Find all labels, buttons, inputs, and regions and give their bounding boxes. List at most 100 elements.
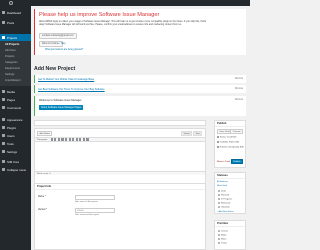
notice-text: Allow WPAS Apps to collect your usage of… xyxy=(39,20,207,27)
pin-icon xyxy=(217,136,219,138)
tools-icon xyxy=(2,142,5,145)
more-icon[interactable] xyxy=(82,138,85,141)
promo-link-1[interactable]: Get To Market Your Mobile Talent Knowled… xyxy=(38,78,94,81)
bold-icon[interactable] xyxy=(50,138,53,141)
name-label: Name * xyxy=(38,196,46,198)
settings-icon xyxy=(2,150,5,153)
tab-all-statuses[interactable]: All Statuses xyxy=(217,181,228,183)
blockquote-icon[interactable] xyxy=(64,138,68,141)
publish-button[interactable]: Publish xyxy=(230,159,243,164)
status-option[interactable]: Draft xyxy=(218,190,226,193)
bullet-list-icon[interactable] xyxy=(57,138,60,141)
tab-most-used[interactable]: Most Used xyxy=(217,185,227,187)
submenu-item-departments[interactable]: Departments xyxy=(5,67,20,70)
users-icon xyxy=(2,134,5,137)
sidebar-item-pages[interactable]: Pages xyxy=(0,96,31,103)
link-icon[interactable] xyxy=(79,138,82,141)
skip-link[interactable]: Skip xyxy=(61,43,65,45)
setup-notice: Welcome to Software Issue Manager Setup … xyxy=(34,96,246,116)
dashboard-icon xyxy=(2,11,5,14)
notice-title: Please help us improve Software Issue Ma… xyxy=(39,12,160,18)
setup-notice-text: Welcome to Software Issue Manager xyxy=(39,99,82,102)
calendar-icon xyxy=(217,146,219,148)
sidebar-item-users[interactable]: Users xyxy=(0,132,31,139)
priority-option[interactable]: Trivial xyxy=(218,242,227,245)
collapse-icon xyxy=(2,168,5,171)
sidebar-item-collapse[interactable]: Collapse menu xyxy=(0,166,31,173)
version-field[interactable]: V1.0.0 xyxy=(75,208,115,213)
tab-visual[interactable]: Visual xyxy=(181,131,192,136)
sidebar-item-settings[interactable]: Settings xyxy=(0,148,31,155)
editor-tabs: Visual Text xyxy=(181,131,202,136)
priority-option[interactable]: Major xyxy=(218,234,226,237)
sidebar-item-media[interactable]: Media xyxy=(0,88,31,95)
status-option[interactable]: Released xyxy=(218,202,230,205)
format-select[interactable]: Paragraph xyxy=(37,139,47,141)
sidebar-item-sim-core[interactable]: SIM Core xyxy=(0,158,31,165)
permissions-link[interactable]: What permissions are being granted? xyxy=(45,49,83,51)
promo-notice-1: Get To Market Your Mobile Talent Knowled… xyxy=(34,75,246,83)
add-new-status-link[interactable]: + Add New Status xyxy=(217,211,234,213)
align-center-icon[interactable] xyxy=(72,138,75,141)
submenu-item-import-export[interactable]: Import/Export xyxy=(5,79,21,82)
sidebar-item-comments[interactable]: Comments xyxy=(0,104,31,111)
status-row: Status: Draft Edit xyxy=(217,136,236,138)
submenu-item-settings[interactable]: Settings xyxy=(5,73,14,76)
name-field[interactable] xyxy=(75,195,115,200)
sidebar-item-dashboard[interactable]: Dashboard xyxy=(0,9,31,16)
sidebar-item-plugins[interactable]: Plugins xyxy=(0,124,31,131)
statuses-box: Statuses All Statuses Most Used Draft Pl… xyxy=(214,172,246,214)
italic-icon[interactable] xyxy=(54,138,57,141)
submenu-item-categories[interactable]: Categories xyxy=(5,61,18,64)
priorities-box: Priorities Critical Major Minor Trivial xyxy=(214,220,246,250)
name-description: Sets name of the project xyxy=(75,201,98,203)
editor-toolbar: Paragraph xyxy=(35,137,205,142)
plugins-icon xyxy=(2,126,5,129)
sidebar-item-projects[interactable]: Projects xyxy=(0,34,31,41)
project-title-input[interactable] xyxy=(34,120,206,126)
status-option[interactable]: Obsolete xyxy=(218,206,230,209)
status-option[interactable]: Planned xyxy=(218,194,229,197)
statuses-title[interactable]: Statuses xyxy=(215,173,245,179)
align-left-icon[interactable] xyxy=(68,138,71,141)
project-info-box: Project Info Name * Sets name of the pro… xyxy=(34,183,206,250)
schedule-row: Publish immediately Edit xyxy=(217,146,244,148)
submenu-item-all-projects[interactable]: All Projects xyxy=(5,43,19,46)
appearance-icon xyxy=(2,118,5,121)
promo-link-2[interactable]: Get Best Software Out There To Improve Y… xyxy=(38,88,105,91)
sidebar-item-posts[interactable]: Posts xyxy=(0,19,31,26)
dismiss-button[interactable]: Dismiss xyxy=(235,78,243,80)
preview-button[interactable]: Preview xyxy=(230,129,243,134)
posts-icon xyxy=(2,21,5,24)
allow-continue-button[interactable]: Allow & Continue xyxy=(39,41,63,47)
version-label: Version * xyxy=(38,209,48,211)
move-to-trash-link[interactable]: Move to Trash xyxy=(217,161,230,163)
publish-title[interactable]: Publish xyxy=(215,121,245,127)
priority-option[interactable]: Minor xyxy=(218,238,226,241)
sim-icon xyxy=(2,160,5,163)
editor-word-count: Word count: 0 xyxy=(35,171,205,175)
wordpress-logo-icon[interactable] xyxy=(9,1,13,5)
email-field[interactable]: emdtest.marketing@gmail.com xyxy=(39,33,77,39)
eye-icon xyxy=(217,141,219,143)
sidebar-item-tools[interactable]: Tools xyxy=(0,140,31,147)
project-info-title[interactable]: Project Info xyxy=(35,184,205,190)
media-icon xyxy=(2,90,5,93)
dismiss-button[interactable]: Dismiss xyxy=(235,99,243,101)
setup-pages-button[interactable]: Setup Software Issue Manager Pages xyxy=(39,105,84,110)
comments-icon xyxy=(2,106,5,109)
visibility-row: Visibility: Public Edit xyxy=(217,141,239,143)
priorities-title[interactable]: Priorities xyxy=(215,221,245,227)
sidebar-item-appearance[interactable]: Appearance xyxy=(0,116,31,123)
numbered-list-icon[interactable] xyxy=(61,138,64,141)
align-right-icon[interactable] xyxy=(75,138,78,141)
tab-text[interactable]: Text xyxy=(192,131,202,136)
status-option[interactable]: In Progress xyxy=(218,198,232,201)
submenu-item-add-new[interactable]: Add New xyxy=(5,49,16,52)
usage-tracking-notice: Please help us improve Software Issue Ma… xyxy=(34,9,246,55)
dismiss-button[interactable]: Dismiss xyxy=(235,88,243,90)
toolbar-toggle-icon[interactable] xyxy=(86,138,89,141)
add-media-button[interactable]: Add Media xyxy=(37,131,53,136)
priority-option[interactable]: Critical xyxy=(218,230,228,233)
submenu-item-projects[interactable]: Projects xyxy=(5,55,14,58)
